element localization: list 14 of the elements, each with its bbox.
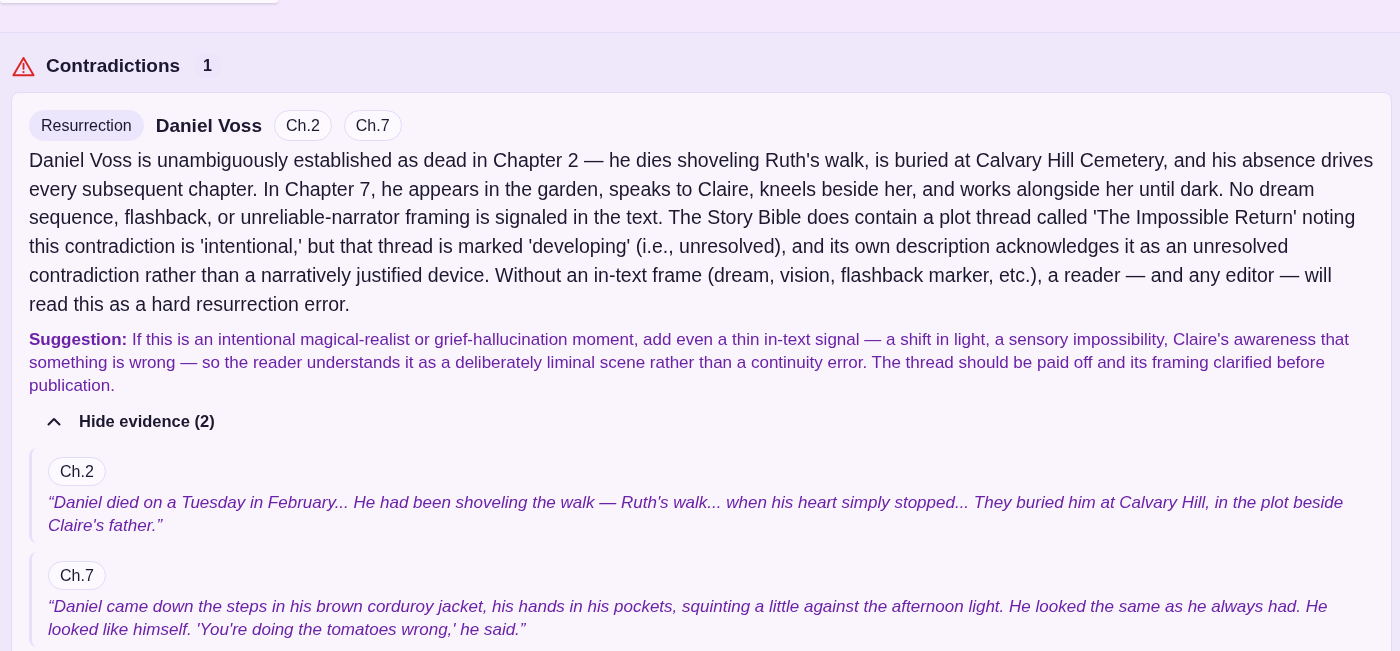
evidence-quote: “Daniel died on a Tuesday in February... He had been shoveling the walk — Ruth's walk... when his heart simply stopped... They buried him at Calvary Hill, in the plot beside Claire's father.” — [48, 492, 1345, 538]
chapter-tag: Ch.2 — [48, 457, 106, 487]
hide-evidence-button[interactable]: Hide evidence (2) — [29, 403, 233, 441]
chapter-tag: Ch.7 — [343, 110, 402, 141]
suggestion-text: Suggestion: If this is an intentional magical-realist or grief-hallucination moment, add even a thin in-text signal — a shift in light, a sensory impossibility, Claire's awareness that something is wrong — so the reader understands it as a deliberately liminal scene rather than a continuity error. The thread should be paid off and its framing clarified before publication. — [29, 329, 1351, 398]
character-name: Daniel Voss — [155, 114, 262, 137]
chapter-tag: Ch.2 — [274, 110, 332, 141]
issue-description: Daniel Voss is unambiguously established as dead in Chapter 2 — he dies shoveling Ruth's walk, is buried at Calvary Hill Cemetery, and his absence drives every subsequent chapter. In Chapter 7, he appears in the garden, speaks to Claire, kneels beside her, and works alongside her until dark. No dream sequence, flashback, or unreliable-narrator framing is signaled in the text. The Story Bible does contain a plot thread called 'The Impossible Return' noting this contradiction is 'intentional,' but that thread is marked 'developing' (i.e., unresolved), and its own description acknowledges it as an unresolved contradiction rather than a narratively justified device. Without an in-text frame (dream, vision, flashback marker, etc.), a reader — and any editor — will read this as a hard resurrection error. — [29, 148, 1375, 317]
chapter-tag: Ch.7 — [48, 561, 106, 591]
warning-icon — [12, 55, 35, 77]
chevron-up-icon — [47, 417, 61, 427]
category-tag: Resurrection — [29, 110, 144, 141]
evidence-quote: “Daniel came down the steps in his brown corduroy jacket, his hands in his pockets, squinting a little against the afternoon light. He looked the same as he always had. He looked like himself. 'You're doing the tomatoes wrong,' he said.” — [48, 596, 1329, 642]
section-title: Contradictions — [46, 55, 181, 77]
